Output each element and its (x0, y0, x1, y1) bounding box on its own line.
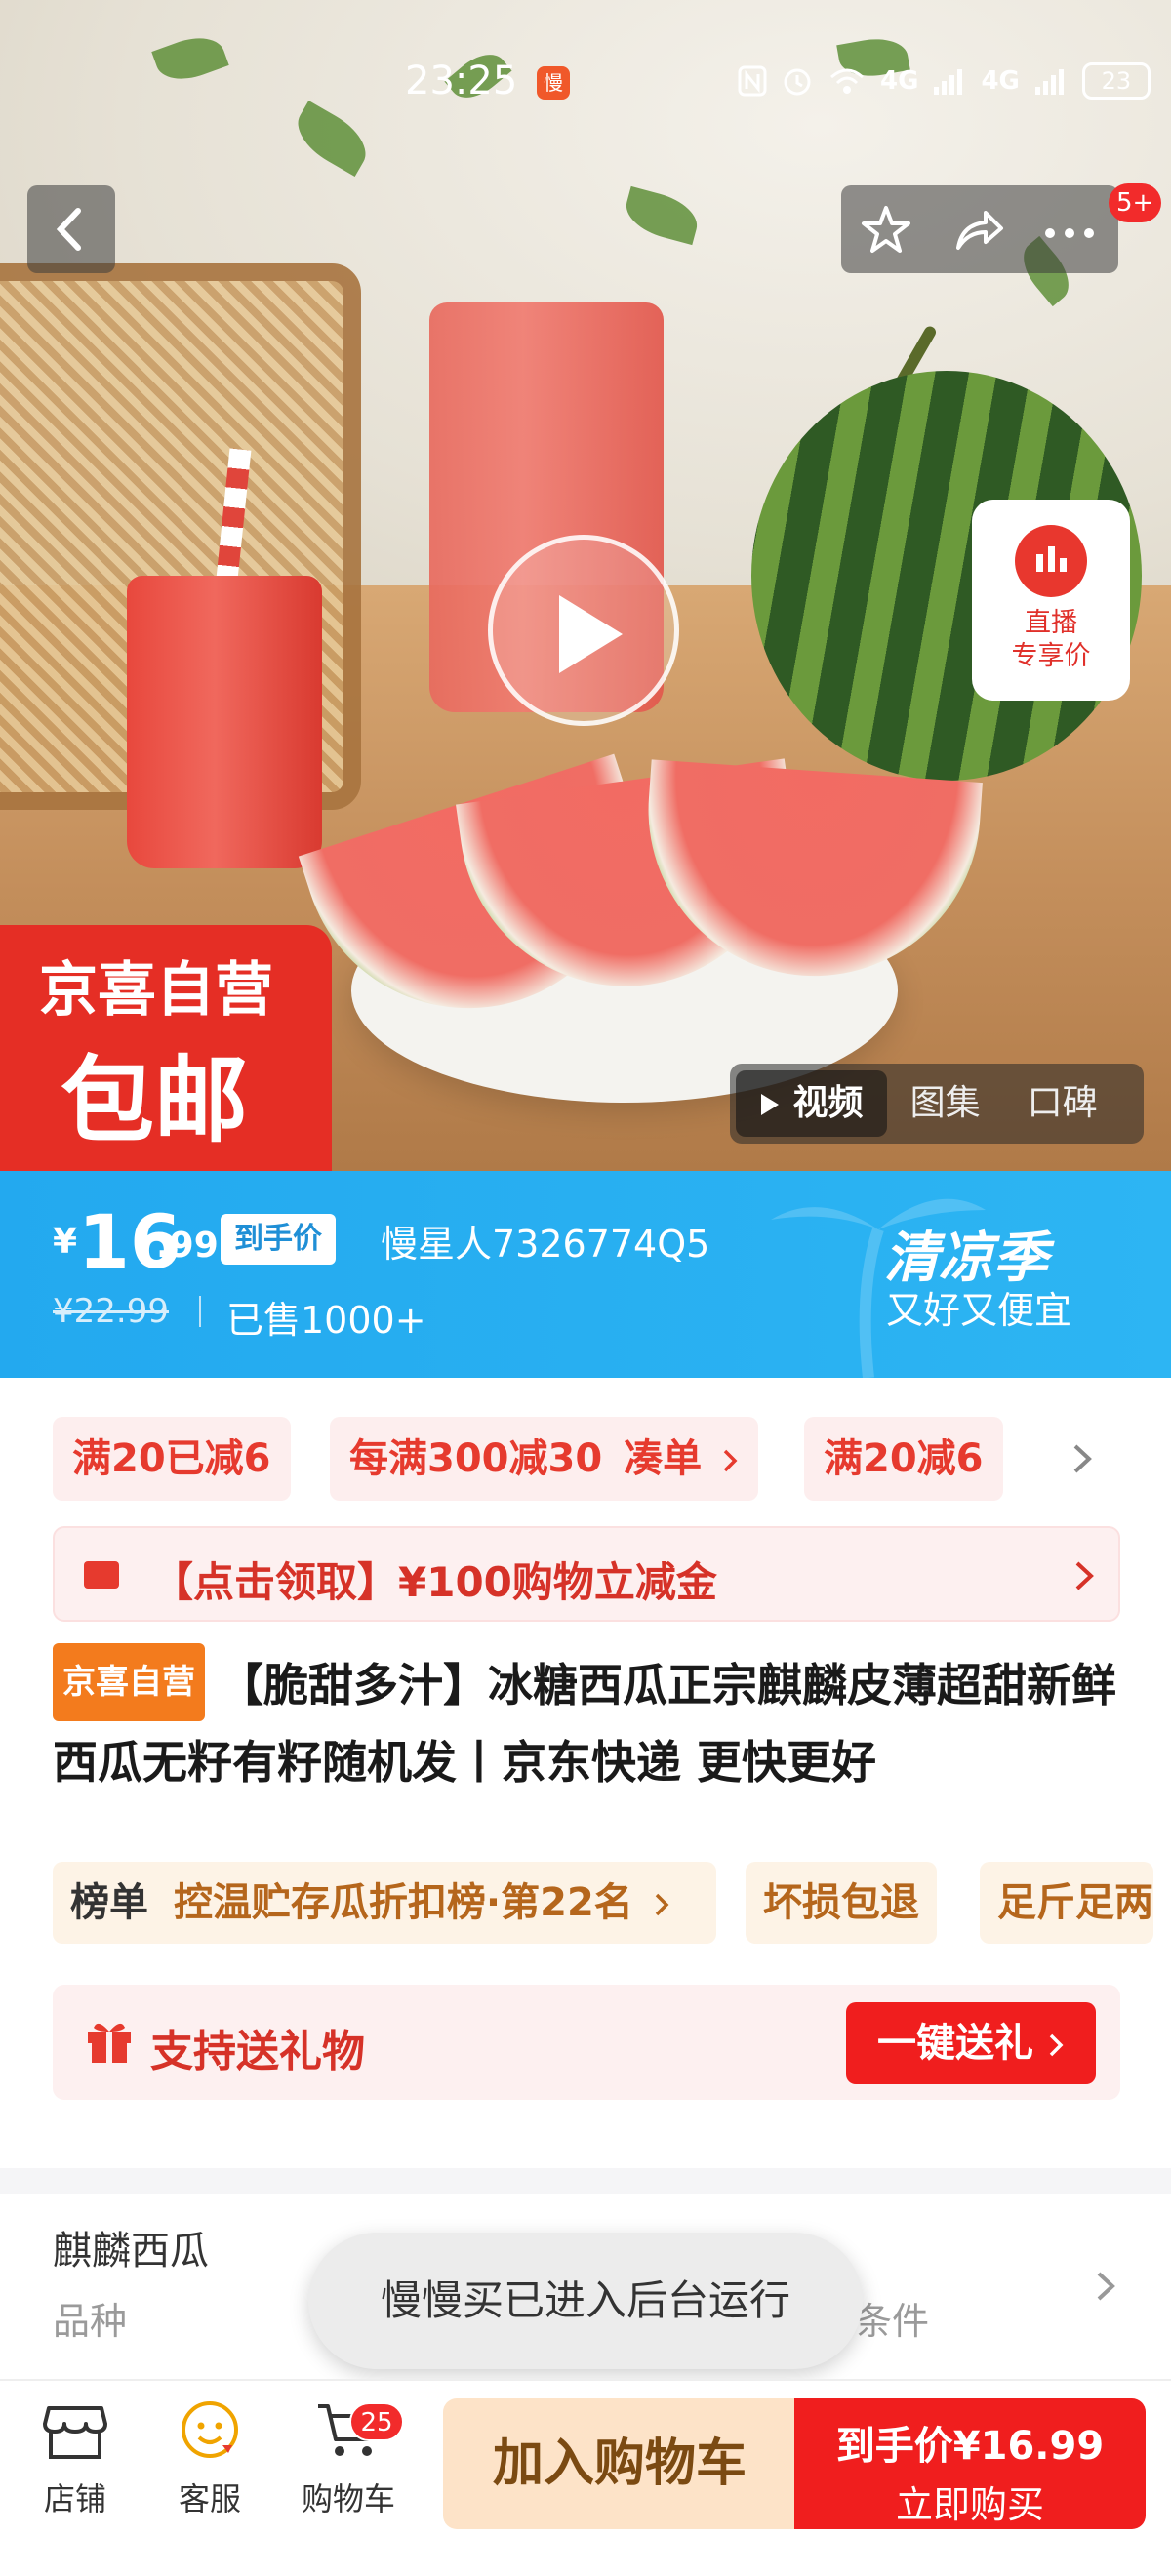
buy-now-price: 到手价¥16.99 (835, 2424, 1105, 2469)
product-title-text: 【脆甜多汁】冰糖西瓜正宗麒麟皮薄超甜新鲜西瓜无籽有籽随机发丨京东快递 更快更好 (53, 1658, 1116, 1790)
customer-service-icon (182, 2401, 238, 2458)
share-icon (956, 211, 1003, 250)
season-slogan: 又好又便宜 (886, 1289, 1072, 1332)
price-currency: ¥ (53, 1222, 78, 1262)
chevron-right-icon (723, 1449, 738, 1472)
seller-name: 慢星人7326774Q5 (381, 1223, 710, 1266)
cart-count-badge: 25 (349, 2402, 404, 2441)
store-label: 店铺 (43, 2480, 106, 2517)
live-label: 直播 (1025, 608, 1077, 638)
message-badge: 5+ (1109, 183, 1162, 222)
claim-voucher-text: 【点击领取】¥100购物立减金 (152, 1558, 717, 1606)
top-action-group (841, 185, 1118, 273)
star-icon (862, 206, 910, 253)
final-price-tag: 到手价 (221, 1214, 336, 1265)
full-weight-tag: 足斤足两 (980, 1862, 1153, 1944)
divider (199, 1296, 201, 1327)
buy-now-label: 立即购买 (895, 2483, 1044, 2526)
price-decimal: .99 (156, 1226, 219, 1266)
sold-count: 已售1000+ (226, 1299, 426, 1342)
play-video-button[interactable] (488, 535, 679, 726)
more-dots-icon (1045, 228, 1094, 238)
tab-gallery[interactable]: 图集 (887, 1070, 1004, 1137)
watermelon-juice-glass (127, 576, 322, 868)
add-on-label: 凑单 (624, 1436, 703, 1481)
chevron-left-icon (56, 208, 81, 251)
tab-reviews[interactable]: 口碑 (1004, 1070, 1121, 1137)
jx-self-operated-tag: 京喜自营 (53, 1643, 205, 1721)
status-time: 23:25 (405, 59, 518, 103)
more-coupons-button[interactable] (1066, 1436, 1101, 1481)
more-button[interactable] (1042, 224, 1097, 243)
battery-indicator: 23 (1081, 62, 1151, 100)
tab-video[interactable]: 视频 (736, 1070, 887, 1137)
spec-variety-label: 品种 (53, 2300, 128, 2343)
coupon-section: 满20已减6 每满300减30 凑单 满20减6 【点击领取】¥100购物立减金 (0, 1378, 1171, 1631)
buy-now-button[interactable]: 到手价¥16.99 立即购买 (794, 2398, 1146, 2529)
chevron-right-icon (1049, 2033, 1064, 2057)
section-divider (0, 2168, 1171, 2194)
chevron-right-icon (1075, 1561, 1094, 1590)
status-bar: 23:25 慢 4G 4G 23 (0, 0, 1171, 107)
price-band: ¥ 16 .99 到手价 慢星人7326774Q5 ¥22.99 已售1000+… (0, 1171, 1171, 1378)
store-icon (43, 2406, 107, 2459)
customer-service-button[interactable]: 客服 (146, 2398, 273, 2519)
back-button[interactable] (27, 185, 115, 273)
spec-variety-value: 麒麟西瓜 (53, 2229, 209, 2274)
cart-label: 购物车 (301, 2480, 395, 2517)
play-small-icon (761, 1094, 779, 1115)
gift-banner: 支持送礼物 一键送礼 (53, 1985, 1120, 2100)
send-gift-button[interactable]: 一键送礼 (846, 2002, 1096, 2084)
bottom-action-bar: 店铺 客服 购物车 25 加入购物车 到手价¥16.99 立即购买 (0, 2379, 1171, 2576)
nfc-icon (738, 65, 767, 97)
play-icon (559, 595, 623, 673)
alarm-icon (784, 68, 811, 96)
coupon-chip-bundle[interactable]: 每满300减30 凑单 (330, 1417, 759, 1501)
app-notification-icon: 慢 (537, 66, 570, 100)
add-to-cart-button[interactable]: 加入购物车 (443, 2398, 796, 2529)
live-price-label: 专享价 (1011, 641, 1091, 671)
ranking-label: 榜单 (70, 1880, 148, 1925)
tab-video-label: 视频 (792, 1083, 864, 1123)
jx-badge-line1: 京喜自营 (39, 956, 273, 1025)
network-type-2: 4G (981, 66, 1020, 96)
chevron-right-icon (655, 1893, 669, 1916)
ranking-text: 控温贮存瓜折扣榜·第22名 (173, 1880, 633, 1925)
jx-badge-line2: 包邮 (61, 1046, 248, 1155)
jx-self-operated-badge: 京喜自营 包邮 (0, 925, 332, 1171)
damage-refund-tag: 坏损包退 (746, 1862, 937, 1944)
voucher-card-icon (84, 1561, 119, 1589)
spec-condition-label: 条件 (855, 2300, 930, 2343)
media-tabs: 视频 图集 口碑 (730, 1064, 1144, 1144)
gift-icon (88, 2023, 131, 2063)
customer-service-label: 客服 (178, 2480, 241, 2517)
product-title: 京喜自营 【脆甜多汁】冰糖西瓜正宗麒麟皮薄超甜新鲜西瓜无籽有籽随机发丨京东快递 更… (53, 1643, 1126, 1797)
live-price-card[interactable]: 直播 专享价 (972, 500, 1130, 701)
wifi-icon (830, 68, 864, 94)
chevron-right-icon (1073, 1444, 1092, 1473)
signal-icon-2 (1034, 69, 1064, 95)
toast-message: 慢慢买已进入后台运行 (308, 2233, 863, 2369)
gift-label: 支持送礼物 (150, 2027, 365, 2076)
claim-voucher-banner[interactable]: 【点击领取】¥100购物立减金 (53, 1526, 1120, 1622)
favorite-button[interactable] (859, 203, 913, 262)
status-icons: 4G 4G 23 (738, 62, 1151, 100)
coupon-chip-label: 每满300减30 (349, 1436, 603, 1481)
live-icon (1015, 525, 1087, 597)
signal-icon (934, 69, 963, 95)
store-button[interactable]: 店铺 (12, 2398, 139, 2519)
coupon-chip[interactable]: 满20已减6 (53, 1417, 291, 1501)
original-price: ¥22.99 (53, 1292, 169, 1331)
send-gift-label: 一键送礼 (877, 2021, 1034, 2066)
ranking-chip[interactable]: 榜单 控温贮存瓜折扣榜·第22名 (53, 1862, 716, 1944)
network-type: 4G (880, 66, 919, 96)
chevron-right-icon (1097, 2272, 1115, 2301)
share-button[interactable] (950, 203, 1005, 262)
coupon-chip[interactable]: 满20减6 (804, 1417, 1003, 1501)
